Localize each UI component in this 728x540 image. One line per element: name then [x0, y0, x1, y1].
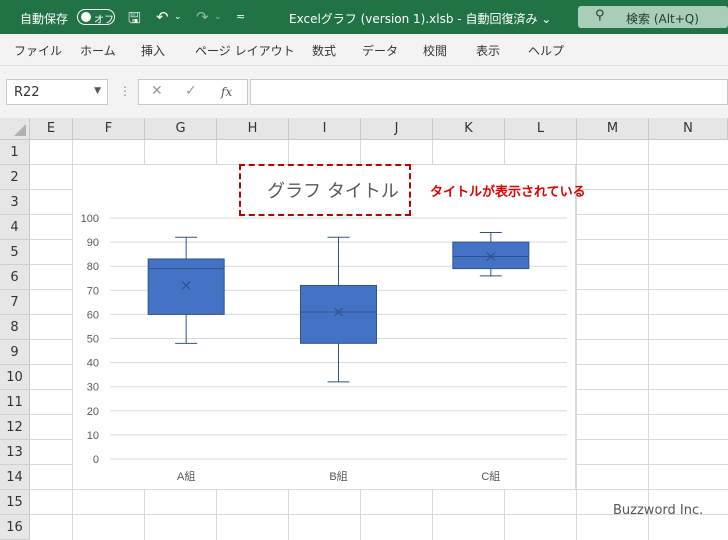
x-category-label: B組 — [329, 470, 347, 483]
tab-page-layout[interactable]: ページ レイアウト — [195, 42, 295, 59]
search-label: 検索 (Alt+Q) — [626, 12, 699, 26]
annotation-text: タイトルが表示されている — [430, 185, 586, 200]
y-tick-label: 20 — [87, 406, 99, 418]
undo-dropdown-icon[interactable]: ⌄ — [174, 12, 182, 22]
y-tick-label: 80 — [87, 261, 99, 273]
tab-data[interactable]: データ — [362, 42, 398, 59]
column-header-f[interactable]: F — [73, 118, 145, 140]
row-header-11[interactable]: 11 — [0, 390, 30, 415]
title-highlight-box — [239, 164, 411, 216]
row-header-1[interactable]: 1 — [0, 140, 30, 165]
select-all-button[interactable] — [0, 118, 30, 140]
row-header-5[interactable]: 5 — [0, 240, 30, 265]
box-chart[interactable]: 0 10 20 30 40 50 60 70 80 90 100 A組 B組 C組 グラフ タイトル — [72, 164, 576, 490]
column-header-h[interactable]: H — [217, 118, 289, 140]
column-header-k[interactable]: K — [433, 118, 505, 140]
tab-review[interactable]: 校閲 — [423, 42, 447, 59]
y-tick-label: 100 — [81, 213, 99, 225]
tab-formulas[interactable]: 数式 — [312, 42, 336, 59]
redo-icon[interactable]: ↷ — [196, 8, 209, 26]
name-box-value: R22 — [14, 85, 40, 100]
row-header-15[interactable]: 15 — [0, 490, 30, 515]
row-header-16[interactable]: 16 — [0, 515, 30, 540]
toggle-knob — [81, 12, 91, 22]
undo-icon[interactable]: ↶ — [156, 8, 169, 26]
autosave-label: 自動保存 — [20, 12, 69, 26]
x-category-label: C組 — [481, 470, 500, 483]
title-bar: 自動保存 オフ 🖫 ↶ ⌄ ↷ ⌄ ≂ Excelグラフ (version 1)… — [0, 0, 728, 34]
redo-dropdown-icon[interactable]: ⌄ — [214, 12, 222, 22]
column-header-m[interactable]: M — [577, 118, 649, 140]
chevron-down-icon[interactable]: ▼ — [94, 86, 101, 96]
y-tick-label: 40 — [87, 358, 99, 370]
watermark: Buzzword Inc. — [613, 503, 704, 518]
column-header-l[interactable]: L — [505, 118, 577, 140]
column-header-j[interactable]: J — [361, 118, 433, 140]
row-header-14[interactable]: 14 — [0, 465, 30, 490]
box — [147, 258, 225, 315]
row-header-8[interactable]: 8 — [0, 315, 30, 340]
select-all-icon — [14, 124, 26, 136]
y-tick-label: 30 — [87, 382, 99, 394]
row-header-10[interactable]: 10 — [0, 365, 30, 390]
tab-file[interactable]: ファイル — [14, 42, 62, 59]
y-tick-label: 10 — [87, 430, 99, 442]
save-icon[interactable]: 🖫 — [128, 8, 141, 33]
column-header-g[interactable]: G — [145, 118, 217, 140]
autosave-toggle[interactable]: オフ — [77, 9, 115, 26]
box — [300, 284, 377, 344]
search-box[interactable]: ⚲ 検索 (Alt+Q) — [578, 6, 728, 28]
formula-input[interactable] — [250, 79, 728, 105]
x-category-label: A組 — [177, 470, 195, 483]
formula-buttons: ✕ ✓ fx — [138, 79, 248, 105]
box — [452, 241, 530, 270]
tab-home[interactable]: ホーム — [80, 42, 116, 59]
more-icon[interactable]: ⋮ — [119, 84, 131, 98]
customize-icon[interactable]: ≂ — [236, 10, 245, 23]
row-header-2[interactable]: 2 — [0, 165, 30, 190]
column-header-i[interactable]: I — [289, 118, 361, 140]
column-header-n[interactable]: N — [649, 118, 728, 140]
tab-help[interactable]: ヘルプ — [528, 42, 564, 59]
search-icon: ⚲ — [595, 8, 605, 23]
y-tick-label: 60 — [87, 309, 99, 321]
row-header-9[interactable]: 9 — [0, 340, 30, 365]
row-header-6[interactable]: 6 — [0, 265, 30, 290]
row-header-12[interactable]: 12 — [0, 415, 30, 440]
insert-function-icon[interactable]: fx — [221, 85, 232, 99]
gridline — [648, 140, 649, 540]
cancel-icon[interactable]: ✕ — [151, 83, 163, 99]
document-title[interactable]: Excelグラフ (version 1).xlsb - 自動回復済み ⌄ — [289, 10, 551, 27]
column-header-e[interactable]: E — [30, 118, 73, 140]
y-tick-label: 90 — [87, 237, 99, 249]
formula-bar: R22 ▼ ⋮ ✕ ✓ fx — [0, 66, 728, 118]
row-header-7[interactable]: 7 — [0, 290, 30, 315]
tab-view[interactable]: 表示 — [476, 42, 500, 59]
y-tick-label: 0 — [93, 454, 99, 466]
ribbon-tabs: ファイル ホーム 挿入 ページ レイアウト 数式 データ 校閲 表示 ヘルプ — [0, 34, 728, 66]
tab-insert[interactable]: 挿入 — [141, 42, 165, 59]
row-header-13[interactable]: 13 — [0, 440, 30, 465]
name-box[interactable]: R22 ▼ — [6, 79, 108, 105]
row-header-4[interactable]: 4 — [0, 215, 30, 240]
y-tick-label: 50 — [87, 334, 99, 346]
enter-icon[interactable]: ✓ — [185, 83, 197, 99]
row-header-3[interactable]: 3 — [0, 190, 30, 215]
autosave-state: オフ — [94, 15, 114, 26]
y-tick-label: 70 — [87, 285, 99, 297]
